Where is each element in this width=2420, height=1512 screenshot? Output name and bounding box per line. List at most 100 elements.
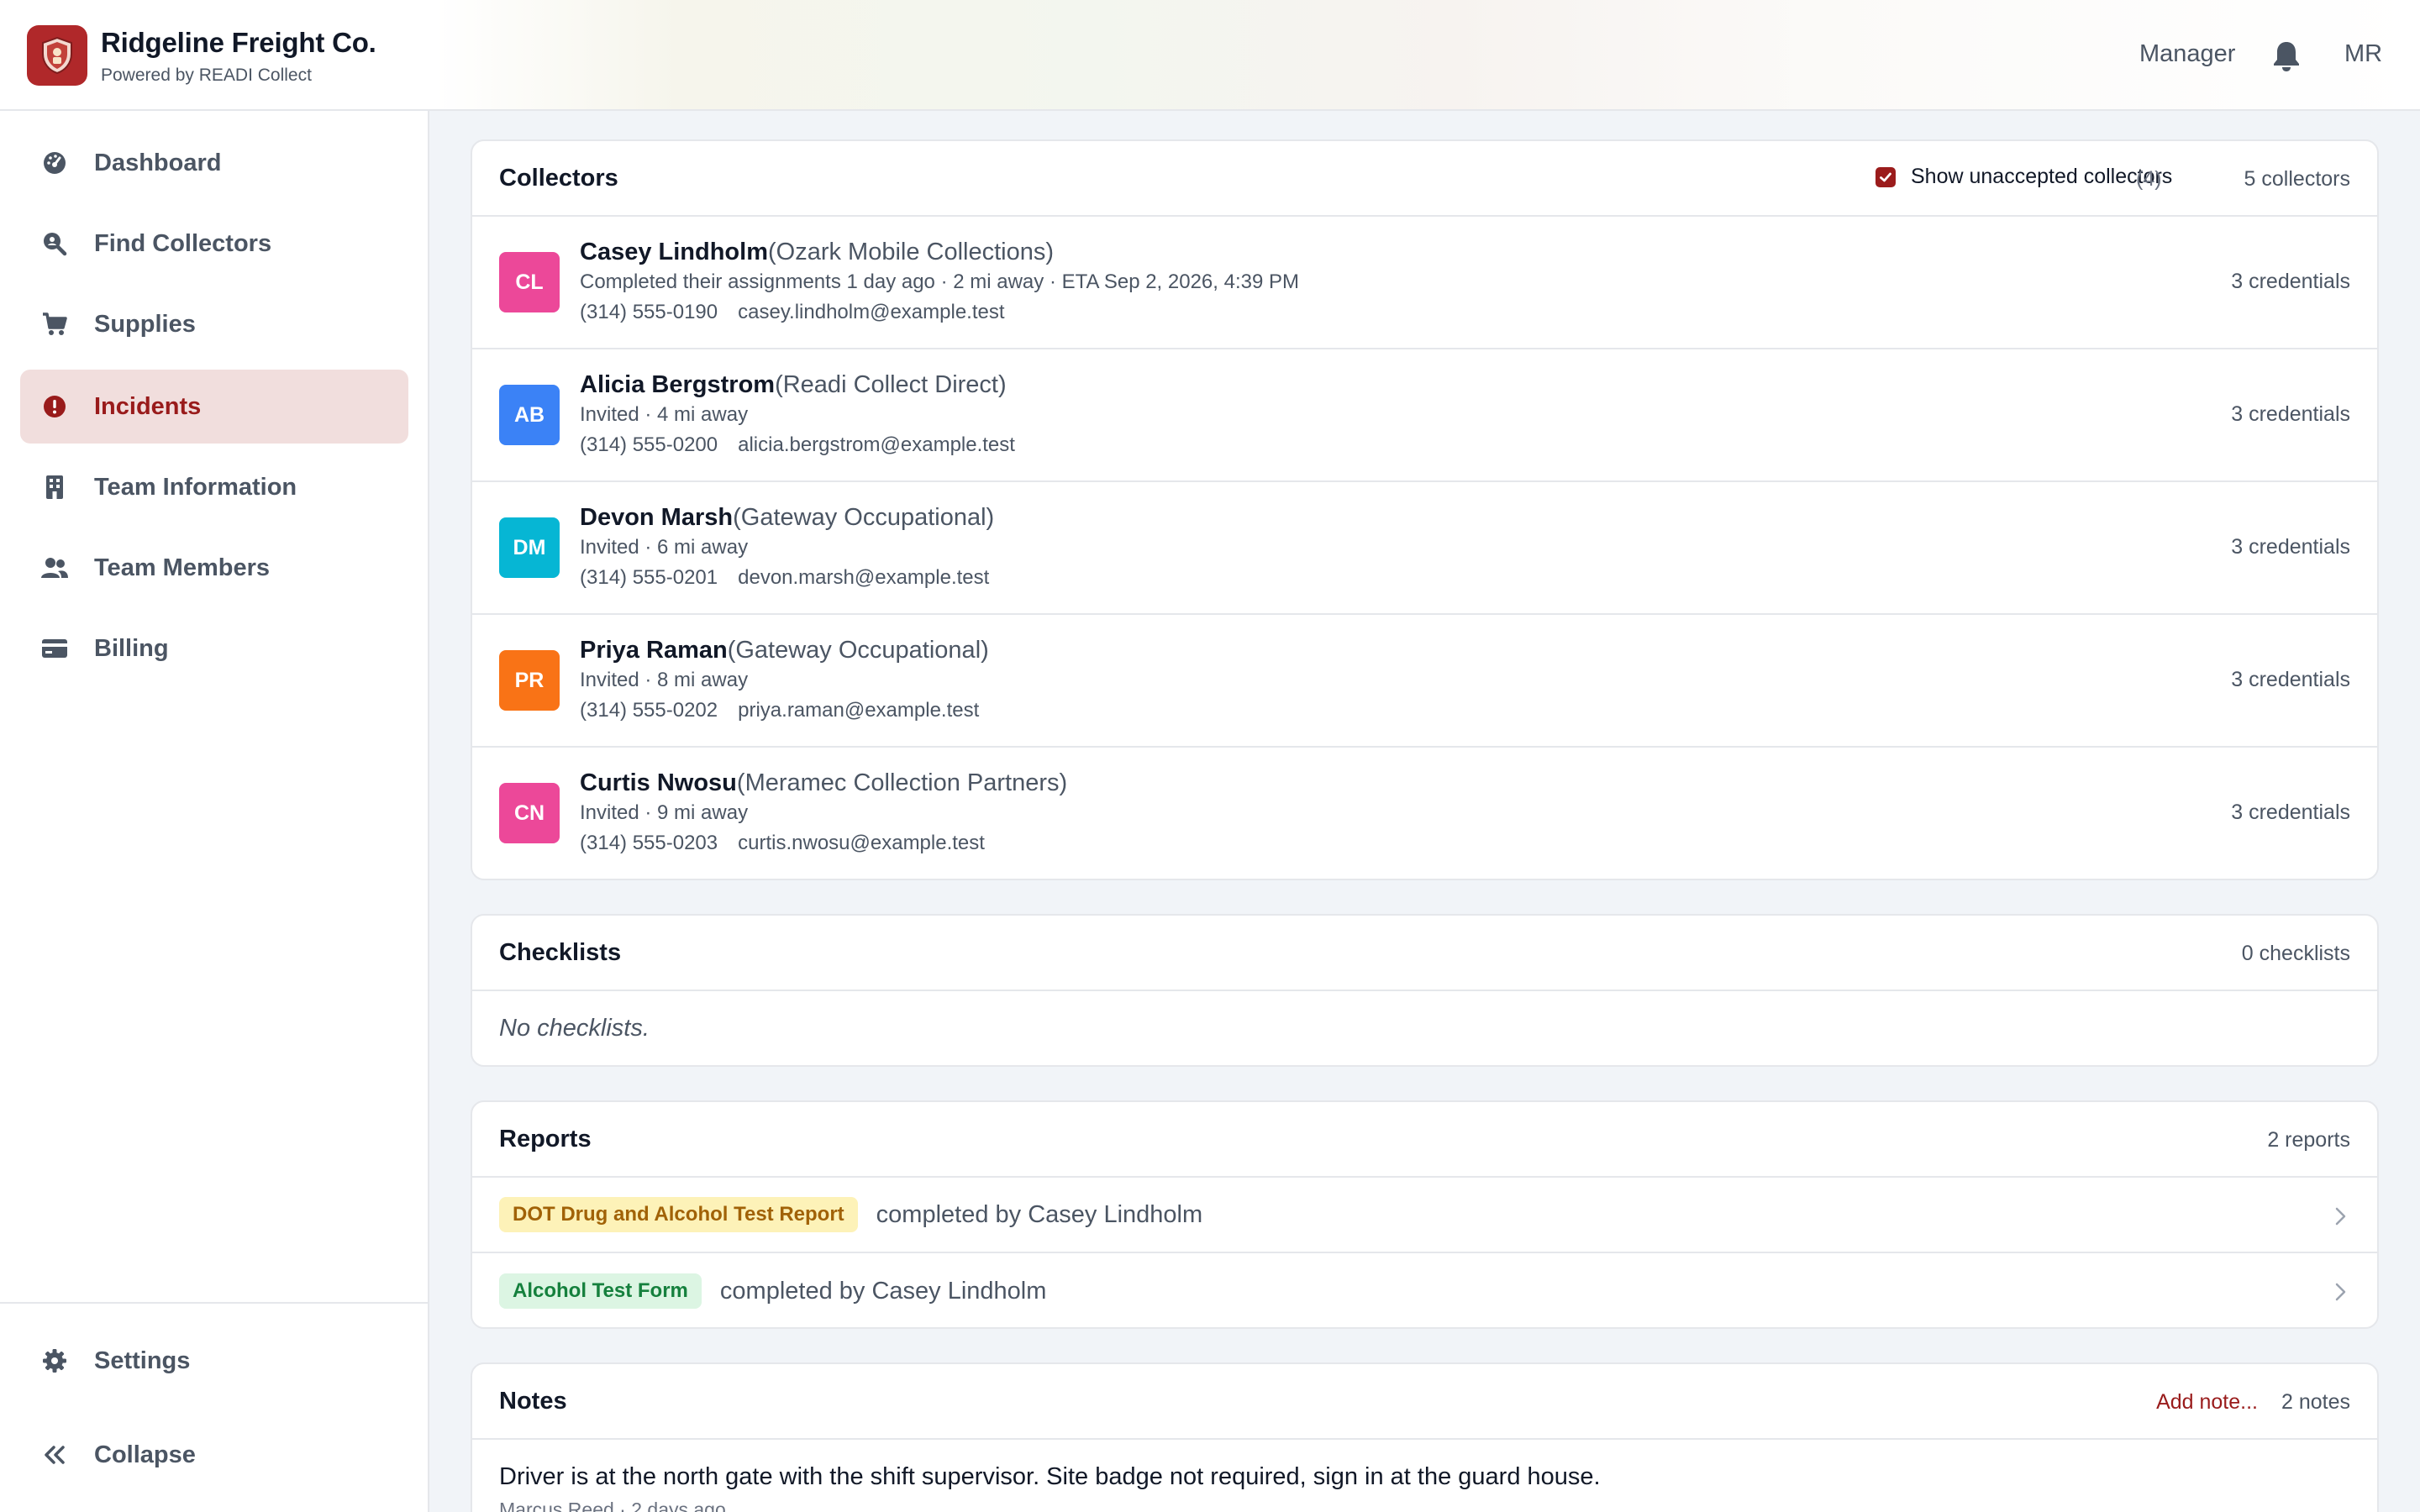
show-unaccepted-toggle[interactable]: Show unaccepted collectors <box>1876 165 2172 189</box>
note-text: Driver is at the north gate with the shi… <box>499 1463 1601 1490</box>
collector-name[interactable]: Devon Marsh(Gateway Occupational) <box>580 504 994 532</box>
collector-phone[interactable]: (314) 555-0201 <box>580 566 718 589</box>
collector-phone[interactable]: (314) 555-0200 <box>580 433 718 456</box>
report-row[interactable]: DOT Drug and Alcohol Test Report complet… <box>472 1178 2377 1253</box>
sidebar-item-label: Billing <box>94 634 169 662</box>
collapse-label: Collapse <box>94 1441 196 1468</box>
credit-card-icon <box>40 634 69 663</box>
search-person-icon <box>40 229 69 258</box>
collector-row[interactable]: CL Casey Lindholm(Ozark Mobile Collectio… <box>472 217 2377 349</box>
note-meta: Marcus Reed · 2 days ago <box>499 1499 726 1512</box>
collector-row[interactable]: PR Priya Raman(Gateway Occupational) Inv… <box>472 615 2377 748</box>
building-icon <box>40 473 69 501</box>
sidebar-item-team-members[interactable]: Team Members <box>20 531 408 605</box>
role-switcher[interactable]: Manager <box>2139 40 2235 68</box>
report-type-badge: Alcohol Test Form <box>499 1273 702 1309</box>
sidebar-item-find-collectors[interactable]: Find Collectors <box>20 207 408 281</box>
collector-name-text: Casey Lindholm <box>580 239 768 265</box>
collectors-count: 5 collectors <box>2244 167 2350 191</box>
collector-credentials[interactable]: 3 credentials <box>2231 535 2350 559</box>
show-unaccepted-label: Show unaccepted collectors <box>1911 165 2173 188</box>
sidebar-item-team-information[interactable]: Team Information <box>20 450 408 524</box>
checklists-empty-state: No checklists. <box>499 1015 650 1042</box>
collector-avatar: CL <box>499 252 560 312</box>
checklists-count: 0 checklists <box>2241 942 2350 965</box>
collector-email[interactable]: curtis.nwosu@example.test <box>738 832 985 854</box>
reports-card: Reports 2 reports DOT Drug and Alcohol T… <box>471 1100 2379 1329</box>
reports-count: 2 reports <box>2267 1128 2350 1152</box>
dashboard-gauge-icon <box>40 149 69 177</box>
collector-name[interactable]: Curtis Nwosu(Meramec Collection Partners… <box>580 769 1067 797</box>
settings-label: Settings <box>94 1347 191 1374</box>
shield-logo-icon <box>42 36 72 75</box>
sidebar-item-label: Find Collectors <box>94 229 272 257</box>
checklists-title: Checklists <box>499 939 622 966</box>
collector-org: (Gateway Occupational) <box>733 504 995 531</box>
checklists-card-header: Checklists 0 checklists <box>472 916 2377 991</box>
collector-contact: (314) 555-0202 priya.raman@example.test <box>580 699 979 722</box>
collector-name-text: Alicia Bergstrom <box>580 371 776 398</box>
unaccepted-count: (4) <box>2136 167 2162 191</box>
user-avatar[interactable]: MR <box>2344 40 2382 68</box>
collector-credentials[interactable]: 3 credentials <box>2231 402 2350 427</box>
collector-name-text: Devon Marsh <box>580 504 734 531</box>
collector-org: (Gateway Occupational) <box>727 637 989 664</box>
sidebar-divider <box>0 1302 428 1304</box>
report-type-badge: DOT Drug and Alcohol Test Report <box>499 1197 858 1232</box>
sidebar-item-label: Team Members <box>94 554 270 581</box>
sidebar: Dashboard Find Collectors Supplies Incid… <box>0 111 429 1512</box>
notes-count: 2 notes <box>2281 1390 2350 1414</box>
collector-credentials[interactable]: 3 credentials <box>2231 801 2350 825</box>
collector-org: (Ozark Mobile Collections) <box>768 239 1055 265</box>
collector-avatar: AB <box>499 385 560 445</box>
collector-row[interactable]: AB Alicia Bergstrom(Readi Collect Direct… <box>472 349 2377 482</box>
sidebar-item-label: Incidents <box>94 392 202 420</box>
collector-phone[interactable]: (314) 555-0190 <box>580 301 718 323</box>
collector-row[interactable]: DM Devon Marsh(Gateway Occupational) Inv… <box>472 482 2377 615</box>
collector-phone[interactable]: (314) 555-0203 <box>580 832 718 854</box>
checkmark-icon <box>1880 172 1891 181</box>
sidebar-item-label: Team Information <box>94 473 297 501</box>
collector-email[interactable]: devon.marsh@example.test <box>738 566 989 589</box>
collector-name[interactable]: Casey Lindholm(Ozark Mobile Collections) <box>580 239 1054 266</box>
sidebar-item-billing[interactable]: Billing <box>20 612 408 685</box>
chevrons-left-icon <box>40 1441 69 1469</box>
collector-contact: (314) 555-0190 casey.lindholm@example.tes… <box>580 301 1005 324</box>
add-note-button[interactable]: Add note... <box>2156 1390 2258 1415</box>
collectors-card-header: Collectors Show unaccepted collectors (4… <box>472 141 2377 217</box>
notifications-bell-icon[interactable] <box>2270 39 2302 72</box>
sidebar-item-dashboard[interactable]: Dashboard <box>20 126 408 200</box>
collector-email[interactable]: alicia.bergstrom@example.test <box>738 433 1015 456</box>
collector-status: Invited · 8 mi away <box>580 669 749 691</box>
sidebar-item-settings[interactable]: Settings <box>20 1324 408 1398</box>
show-unaccepted-checkbox[interactable] <box>1876 166 1896 187</box>
collector-name[interactable]: Priya Raman(Gateway Occupational) <box>580 637 989 664</box>
collector-name-text: Priya Raman <box>580 637 728 664</box>
collector-name[interactable]: Alicia Bergstrom(Readi Collect Direct) <box>580 371 1007 399</box>
collapse-sidebar-button[interactable]: Collapse <box>20 1418 408 1492</box>
collector-email[interactable]: casey.lindholm@example.test <box>738 301 1004 323</box>
collector-avatar: PR <box>499 650 560 711</box>
gear-icon <box>40 1347 69 1375</box>
brand-subtitle: Powered by READI Collect <box>101 66 312 85</box>
checklists-card: Checklists 0 checklists No checklists. <box>471 914 2379 1067</box>
collector-email[interactable]: priya.raman@example.test <box>738 699 979 722</box>
company-logo[interactable] <box>27 25 87 86</box>
collector-phone[interactable]: (314) 555-0202 <box>580 699 718 722</box>
collector-row[interactable]: CN Curtis Nwosu(Meramec Collection Partn… <box>472 748 2377 879</box>
collector-credentials[interactable]: 3 credentials <box>2231 270 2350 294</box>
report-row[interactable]: Alcohol Test Form completed by Casey Lin… <box>472 1253 2377 1327</box>
sidebar-item-supplies[interactable]: Supplies <box>20 287 408 361</box>
collector-name-text: Curtis Nwosu <box>580 769 737 796</box>
collector-org: (Readi Collect Direct) <box>775 371 1007 398</box>
collector-credentials[interactable]: 3 credentials <box>2231 668 2350 692</box>
report-completed-by: completed by Casey Lindholm <box>719 1277 1047 1305</box>
report-completed-by: completed by Casey Lindholm <box>876 1200 1203 1228</box>
collector-contact: (314) 555-0200 alicia.bergstrom@example.t… <box>580 433 1015 457</box>
top-header: Ridgeline Freight Co. Powered by READI C… <box>0 0 2420 111</box>
notes-card-header: Notes Add note... 2 notes <box>472 1364 2377 1440</box>
brand-name: Ridgeline Freight Co. <box>101 27 376 58</box>
collectors-card: Collectors Show unaccepted collectors (4… <box>471 139 2379 880</box>
sidebar-item-incidents[interactable]: Incidents <box>20 370 408 444</box>
notes-title: Notes <box>499 1388 567 1415</box>
